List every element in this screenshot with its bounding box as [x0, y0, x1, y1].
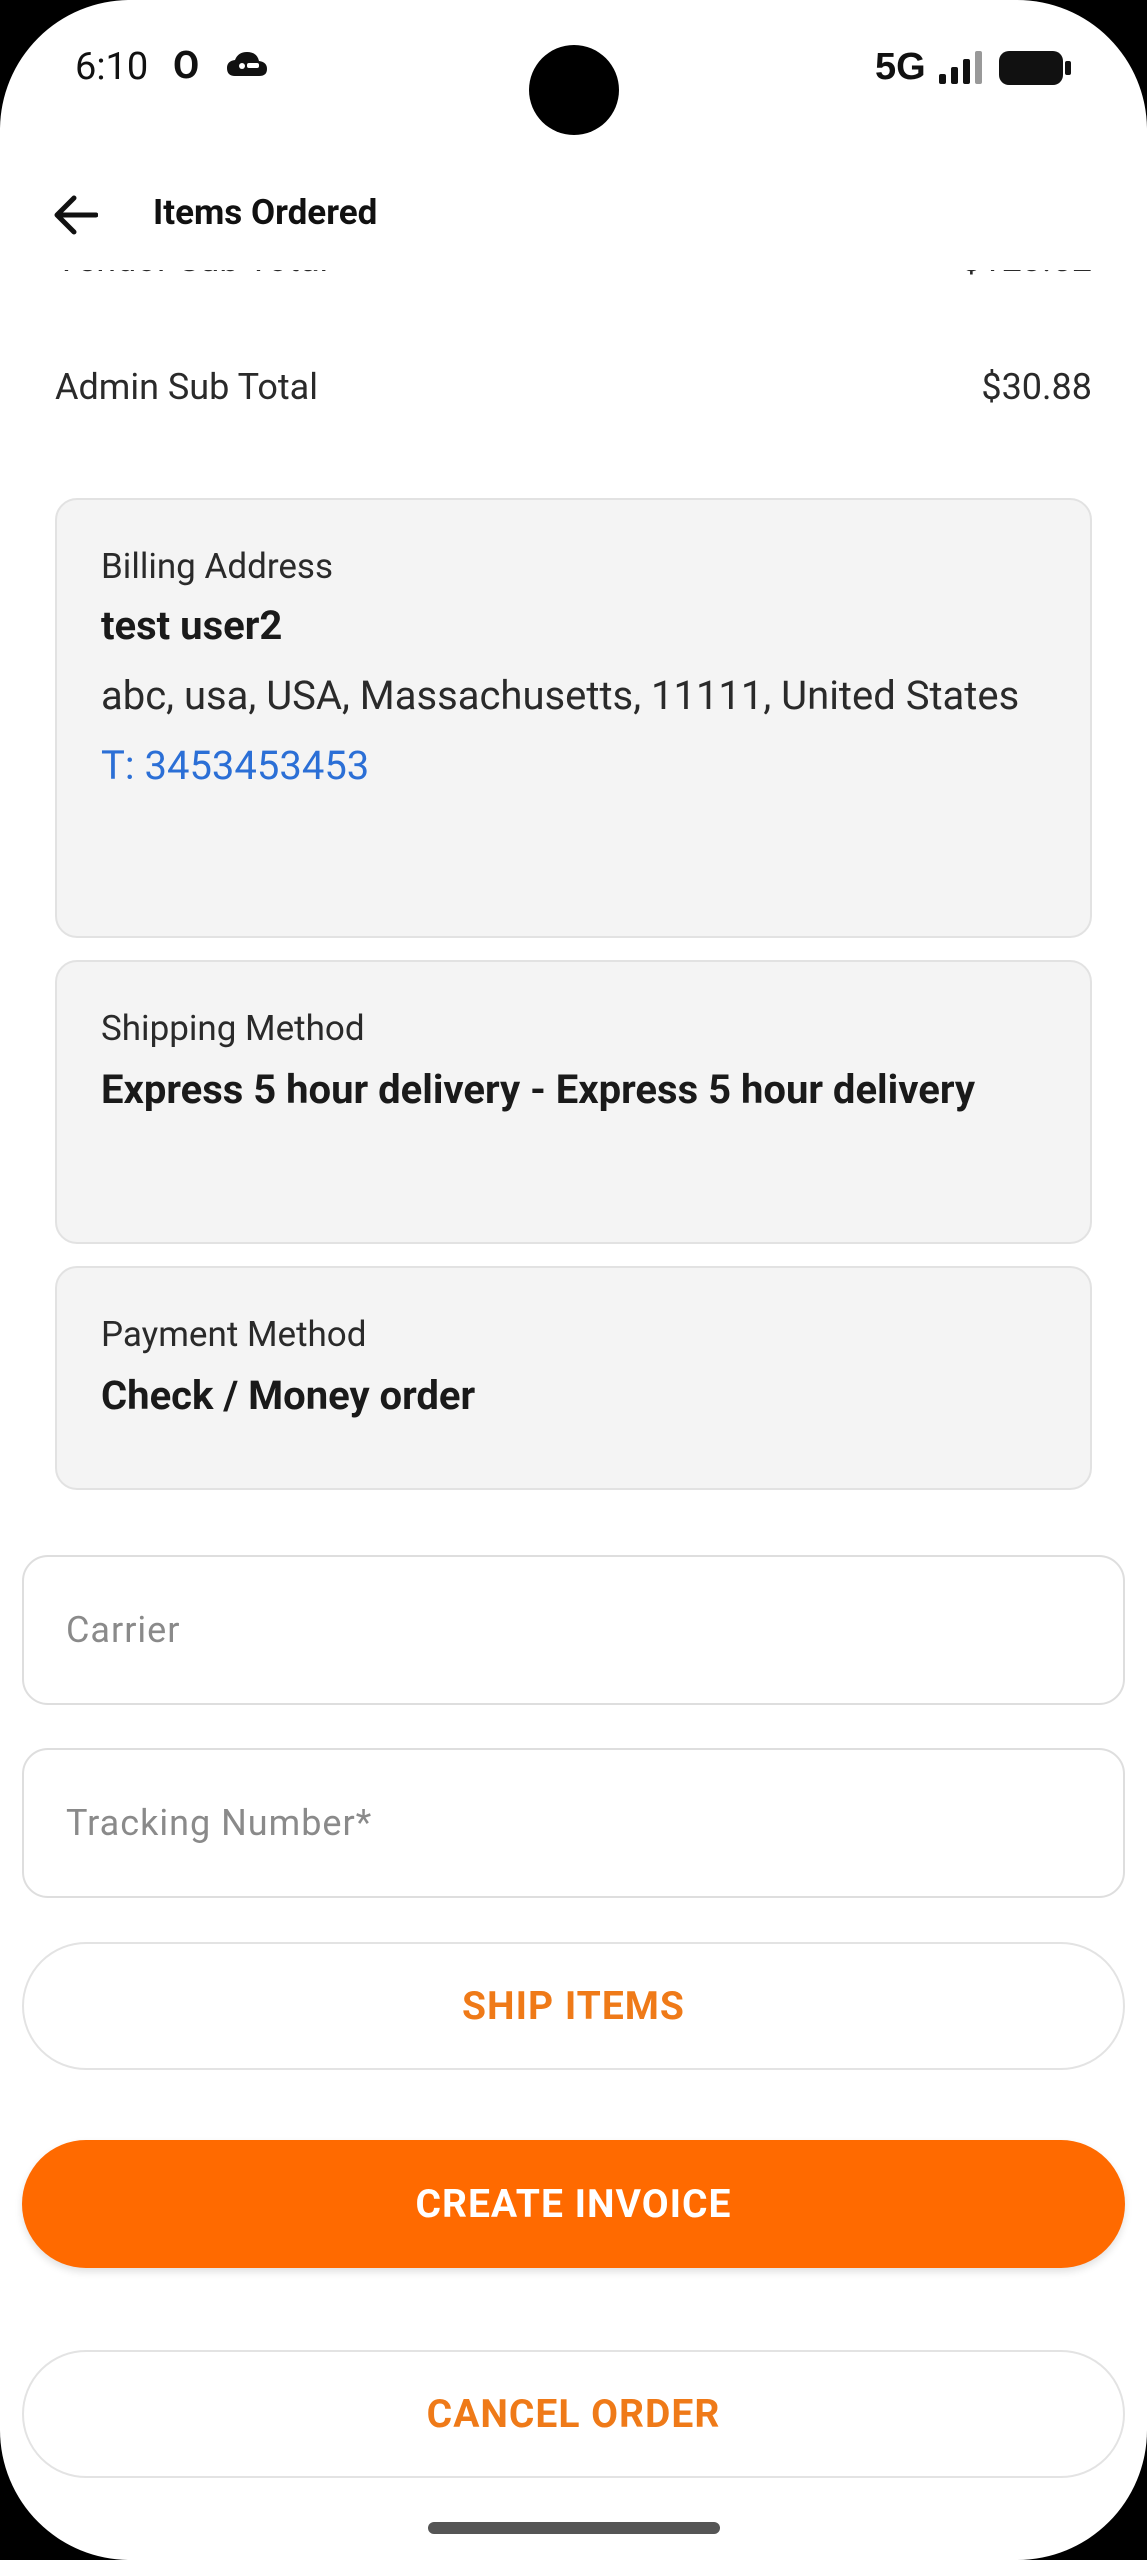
status-time: 6:10 — [75, 45, 149, 89]
create-invoice-button[interactable]: CREATE INVOICE — [22, 2140, 1125, 2268]
payment-label: Payment Method — [101, 1314, 367, 1355]
billing-label: Billing Address — [101, 546, 334, 587]
admin-subtotal-value: $30.88 — [981, 366, 1092, 408]
cloud-icon — [227, 52, 267, 76]
vendor-subtotal-label: Vendor Sub Total — [55, 270, 328, 280]
shipping-method: Express 5 hour delivery - Express 5 hour… — [101, 1066, 975, 1113]
signal-icon — [939, 51, 982, 84]
tracking-number-placeholder: Tracking Number* — [66, 1802, 373, 1844]
billing-address-card: Billing Address test user2 abc, usa, USA… — [55, 498, 1092, 938]
create-invoice-label: CREATE INVOICE — [415, 2181, 732, 2227]
battery-icon — [999, 51, 1071, 85]
vendor-subtotal-row: Vendor Sub Total $123.52 — [55, 270, 1092, 280]
payment-method-card: Payment Method Check / Money order — [55, 1266, 1092, 1490]
billing-name: test user2 — [101, 602, 283, 649]
carrier-input[interactable]: Carrier — [22, 1555, 1125, 1705]
carrier-placeholder: Carrier — [66, 1609, 181, 1651]
home-indicator[interactable] — [428, 2522, 720, 2534]
payment-method: Check / Money order — [101, 1372, 476, 1419]
arrow-left-icon — [54, 195, 98, 235]
network-type: 5G — [875, 46, 926, 88]
phone-screen: 6:10 O 5G Items Ordered Vendor — [0, 0, 1147, 2560]
ship-items-button[interactable]: SHIP ITEMS — [22, 1942, 1125, 2070]
vendor-subtotal-value: $123.52 — [961, 270, 1092, 280]
billing-address: abc, usa, USA, Massachusetts, 11111, Uni… — [101, 672, 1020, 719]
page-title: Items Ordered — [153, 192, 378, 233]
app-bar: Items Ordered — [0, 160, 1147, 270]
billing-phone-link[interactable]: T: 3453453453 — [101, 735, 1046, 797]
admin-subtotal-row: Admin Sub Total $30.88 — [55, 366, 1092, 408]
cancel-order-button[interactable]: CANCEL ORDER — [22, 2350, 1125, 2478]
cancel-order-label: CANCEL ORDER — [426, 2391, 721, 2437]
tracking-number-input[interactable]: Tracking Number* — [22, 1748, 1125, 1898]
admin-subtotal-label: Admin Sub Total — [55, 366, 318, 408]
status-bar: 6:10 O 5G — [0, 0, 1147, 140]
ship-items-label: SHIP ITEMS — [462, 1983, 685, 2029]
status-o-icon: O — [173, 44, 200, 88]
shipping-label: Shipping Method — [101, 1008, 365, 1049]
front-camera — [529, 45, 619, 135]
order-content: Vendor Sub Total $123.52 Admin Sub Total… — [0, 270, 1147, 2560]
back-button[interactable] — [40, 180, 110, 250]
shipping-method-card: Shipping Method Express 5 hour delivery … — [55, 960, 1092, 1244]
